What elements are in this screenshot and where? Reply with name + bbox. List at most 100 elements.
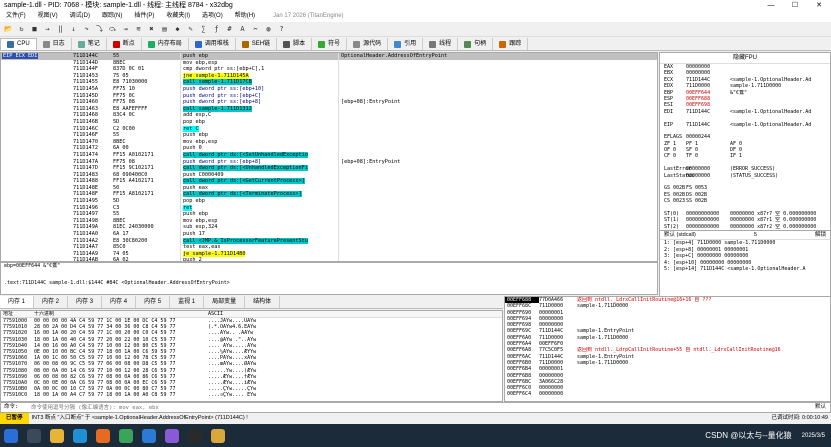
scissors-icon[interactable]: ✂ xyxy=(250,24,261,35)
tab-5[interactable]: 调用堆栈 xyxy=(189,38,236,50)
arg-count-stepper[interactable]: 5 xyxy=(754,231,757,239)
disasm-row[interactable]: 711D144F 837D 0C 01 cmp dword ptr ss:[ebp+… xyxy=(1,66,657,73)
tab-13[interactable]: 跟踪 xyxy=(493,38,529,50)
disasm-row[interactable]: 711D1498 8BEC mov ebp,esp xyxy=(1,217,657,225)
open-icon[interactable]: 📂 xyxy=(3,24,14,35)
dump-tab-4[interactable]: 内存 5 xyxy=(136,296,171,308)
menu-debug[interactable]: 调试(D) xyxy=(64,13,96,20)
calling-convention-select[interactable]: 默认 (stdcall) xyxy=(664,231,696,239)
chrome-icon[interactable] xyxy=(119,428,133,443)
patch-icon[interactable]: ▤ xyxy=(159,24,170,35)
a-icon[interactable]: A xyxy=(237,24,248,35)
menu-view[interactable]: 视图(V) xyxy=(32,13,64,20)
disasm-row[interactable]: 711D1460 FF75 08 push dword ptr ss:[ebp+8]… xyxy=(1,99,657,106)
globe-icon[interactable]: ◍ xyxy=(263,24,274,35)
disasm-row[interactable]: 711D1468 83C4 0C add esp,C xyxy=(1,112,657,119)
menu-favourites[interactable]: 收藏夹(I) xyxy=(160,13,196,20)
tab-7[interactable]: 脚本 xyxy=(277,38,313,50)
run-to-user-icon[interactable]: ⇥ xyxy=(120,24,131,35)
disasm-row[interactable]: 711D14A2 E8 30C80200 call <JMP.&_IsProcess… xyxy=(1,237,657,245)
dump-tab-0[interactable]: 内存 1 xyxy=(0,296,35,308)
start-icon[interactable] xyxy=(4,428,18,443)
disasm-row[interactable]: 711D14A0 6A 17 push 17 xyxy=(1,231,657,238)
animate-icon[interactable]: ≋ xyxy=(133,24,144,35)
fx-icon[interactable]: ƒ xyxy=(211,24,222,35)
disasm-row[interactable]: 711D144D 8BEC mov ebp,esp xyxy=(1,59,657,67)
command-input[interactable] xyxy=(31,403,770,412)
tab-8[interactable]: 符号 xyxy=(312,38,348,50)
step-into-icon[interactable]: ↓ xyxy=(68,24,79,35)
stack-row[interactable]: 00EFF6C4 00000000 xyxy=(505,391,830,397)
disasm-row[interactable]: 711D1497 55 push ebp xyxy=(1,211,657,218)
menu-plugins[interactable]: 插件(P) xyxy=(128,13,160,20)
tab-0[interactable]: CPU xyxy=(0,38,37,50)
terminal-icon[interactable] xyxy=(188,428,202,443)
menu-file[interactable]: 文件(F) xyxy=(0,13,32,20)
edge-icon[interactable] xyxy=(73,428,87,443)
hide-fpu-button[interactable]: 隐藏FPU xyxy=(660,53,830,64)
menu-help[interactable]: 帮助(H) xyxy=(229,13,261,20)
disasm-row[interactable]: 711D146F 55 push ebp xyxy=(1,132,657,139)
disasm-row[interactable]: 711D1483 68 090400C0 push C0000409 xyxy=(1,171,657,179)
dump-tab-2[interactable]: 内存 3 xyxy=(68,296,103,308)
dump-tab-7[interactable]: 结构体 xyxy=(245,296,281,308)
tab-10[interactable]: 引用 xyxy=(388,38,424,50)
question-icon[interactable]: ? xyxy=(276,24,287,35)
unlock-checkbox[interactable]: 解锁 xyxy=(815,231,826,239)
search-icon[interactable] xyxy=(27,428,41,443)
disasm-row[interactable]: 711D1474 FF15 A0102171 call dword ptr ds:[… xyxy=(1,151,657,159)
disasm-row[interactable]: 711D147A FF75 08 push dword ptr ss:[ebp+8]… xyxy=(1,158,657,166)
disasm-row[interactable]: EIP ECX EDI 711D144C 55 push ebp OptionalHea… xyxy=(1,53,657,60)
disasm-row[interactable]: 711D149A 81EC 24030000 sub esp,324 xyxy=(1,224,657,232)
tab-12[interactable]: 句柄 xyxy=(458,38,494,50)
x32dbg-icon[interactable] xyxy=(165,428,179,443)
disasm-row[interactable]: 711D147D FF15 9C102171 call dword ptr ds:[… xyxy=(1,165,657,172)
disasm-row[interactable]: 711D14A9 74 05 je sample-1.711D14B0 xyxy=(1,250,657,258)
dump-tab-3[interactable]: 内存 4 xyxy=(102,296,137,308)
dump-row[interactable]: 775910C0 18 00 1A 00 A4 C7 59 77 18 00 1A… xyxy=(1,392,502,398)
pause-icon[interactable]: ‖ xyxy=(55,24,66,35)
disasm-row[interactable]: 711D148E 50 push eax xyxy=(1,184,657,192)
tab-11[interactable]: 线程 xyxy=(423,38,459,50)
tab-4[interactable]: 内存布局 xyxy=(142,38,189,50)
trace-over-icon[interactable]: ⤼ xyxy=(107,24,118,35)
disasm-row[interactable]: 711D14A7 85C0 test eax,eax xyxy=(1,244,657,251)
disasm-row[interactable]: 711D1453 75 05 jne sample-1.711D145A xyxy=(1,72,657,80)
memory-dump-pane[interactable]: 地址 十六进制 ASCII 77591000 00 00 00 00 4A C4 … xyxy=(0,310,503,402)
restart-icon[interactable]: ↻ xyxy=(16,24,27,35)
disasm-row[interactable]: 711D148F FF15 A8102171 call dword ptr ds:[… xyxy=(1,191,657,199)
hash-icon[interactable]: # xyxy=(224,24,235,35)
dump-tab-5[interactable]: 监视 1 xyxy=(170,296,205,308)
minimize-button[interactable]: — xyxy=(759,2,783,9)
close-icon[interactable]: ■ xyxy=(29,24,40,35)
command-mode-select[interactable]: 默认 xyxy=(770,404,830,411)
disasm-row[interactable]: 711D145D FF75 0C push dword ptr ss:[ebp+C] xyxy=(1,92,657,100)
disasm-row[interactable]: 711D1455 E8 71030000 call sample-1.711D17C… xyxy=(1,79,657,86)
dump-tab-1[interactable]: 内存 2 xyxy=(34,296,69,308)
vscode-icon[interactable] xyxy=(142,428,156,443)
call-arg-row[interactable]: 5: [esp+14] 711D144C <sample-1.OptionalH… xyxy=(660,266,830,273)
tab-9[interactable]: 源代码 xyxy=(347,38,389,50)
disasm-row[interactable]: 711D1496 C3 ret xyxy=(1,204,657,212)
tab-1[interactable]: 日志 xyxy=(37,38,72,50)
maximize-button[interactable]: ☐ xyxy=(783,2,807,9)
run-icon[interactable]: → xyxy=(42,24,53,35)
menu-options[interactable]: 选项(O) xyxy=(196,13,229,20)
menu-trace[interactable]: 跟踪(N) xyxy=(96,13,128,20)
disasm-row[interactable]: 711D146C C2 0C00 ret C xyxy=(1,125,657,133)
disasm-row[interactable]: 711D1488 FF15 A4102171 call dword ptr ds:[… xyxy=(1,178,657,185)
script-icon[interactable]: ✎ xyxy=(185,24,196,35)
tab-2[interactable]: 笔记 xyxy=(72,38,107,50)
close-button[interactable]: ✕ xyxy=(807,2,831,9)
folder-icon[interactable] xyxy=(211,428,225,443)
sigma-icon[interactable]: ∑ xyxy=(198,24,209,35)
stack-pane[interactable]: 00EFF688 77D0A466 返回到 ntdll._LdrxCallInitR… xyxy=(504,296,831,402)
disassembly-pane[interactable]: EIP ECX EDI 711D144C 55 push ebp OptionalHea… xyxy=(0,52,658,262)
x-icon[interactable]: ✖ xyxy=(146,24,157,35)
disasm-row[interactable]: 711D146B 5D pop ebp xyxy=(1,118,657,126)
step-over-icon[interactable]: ↷ xyxy=(81,24,92,35)
explorer-icon[interactable] xyxy=(50,428,64,443)
dump-tab-6[interactable]: 局部变量 xyxy=(204,296,246,308)
disasm-row[interactable]: 711D1463 E8 AAFEFFFF call sample-1.711D131… xyxy=(1,105,657,113)
disasm-row[interactable]: 711D145A FF75 10 push dword ptr ss:[ebp+10… xyxy=(1,85,657,93)
